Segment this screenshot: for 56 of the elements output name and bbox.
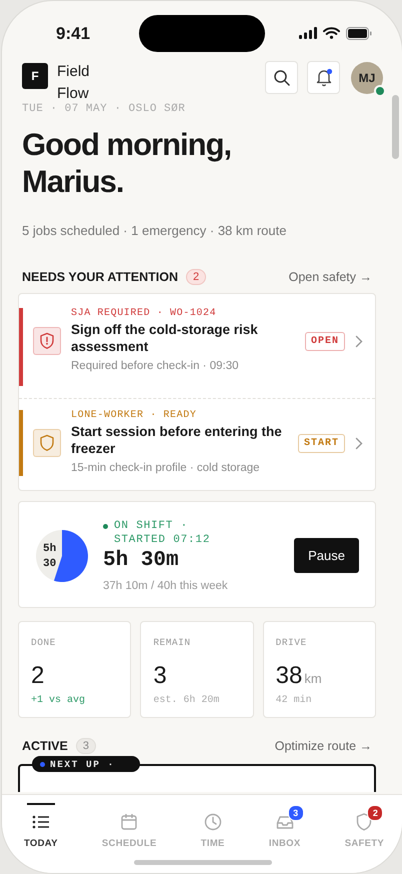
date-line: TUE · 07 MAY · OSLO SØR (22, 103, 186, 115)
shift-status: ON SHIFT · STARTED 07:12 (114, 519, 212, 547)
section-title: NEEDS YOUR ATTENTION (22, 270, 178, 284)
stat-label: DONE (31, 637, 57, 648)
open-safety-link[interactable]: Open safety → (288, 270, 372, 284)
notification-badge: 2 (367, 805, 384, 821)
shield-alert-icon (38, 332, 56, 350)
shift-duration: 5h 30m (103, 549, 180, 572)
action-button[interactable]: START (298, 434, 345, 452)
stat-note: est. 6h 20m (153, 695, 220, 706)
section-title: ACTIVE (22, 739, 68, 753)
item-tag: LONE-WORKER · READY (71, 410, 288, 421)
signal-icon (299, 27, 317, 39)
stat-label: REMAIN (153, 637, 192, 648)
search-icon (272, 68, 290, 86)
stat-note: 42 min (276, 695, 313, 706)
optimize-route-link[interactable]: Optimize route → (274, 739, 372, 753)
shield-icon (38, 434, 56, 452)
pause-button[interactable]: Pause (294, 538, 359, 573)
item-title: Start session before entering the freezer (71, 423, 283, 457)
item-title: Sign off the cold-storage risk assessment (71, 321, 259, 355)
item-tag: SJA REQUIRED · WO-1024 (71, 308, 295, 319)
item-subtitle: Required before check-in · 09:30 (71, 359, 240, 374)
tab[interactable]: 2 SAFETY (344, 795, 384, 849)
stat-value: 3 (153, 662, 167, 690)
week-hours: 37h 10m / 40h this week (103, 580, 229, 592)
logo: F (22, 63, 48, 89)
pie-label: 5h 30 (43, 542, 58, 572)
count-badge: 2 (186, 269, 206, 285)
action-button[interactable]: OPEN (304, 332, 345, 350)
tab[interactable]: TODAY (24, 795, 58, 849)
greeting: Good morning, Marius. (22, 126, 232, 200)
stat-unit: km (304, 671, 322, 686)
clock-time: 9:41 (56, 24, 90, 44)
item-subtitle: 15-min check-in profile · cold storage (71, 461, 261, 476)
progress-pie (35, 528, 89, 582)
notifications-button[interactable] (307, 61, 340, 94)
count-badge: 3 (76, 738, 96, 754)
avatar[interactable]: MJ (351, 62, 383, 94)
scrollbar[interactable] (392, 95, 399, 159)
calendar-icon (119, 812, 140, 832)
stat-value: 38 (276, 662, 302, 690)
stat-note: +1 vs avg (31, 695, 86, 706)
chevron-right-icon (355, 436, 363, 450)
app-name: Field Flow (57, 62, 91, 104)
clock-icon (202, 812, 223, 832)
chevron-right-icon (355, 334, 363, 348)
wifi-icon (323, 27, 340, 39)
attention-item[interactable]: SJA REQUIRED · WO-1024 Sign off the cold-storage risk assessment Required before check-in · 09:30 OPEN (19, 308, 375, 386)
notification-badge: 3 (288, 805, 304, 821)
battery-icon (346, 26, 372, 40)
next-up-label: NEXT UP · (32, 756, 140, 772)
summary-text: 5 jobs scheduled · 1 emergency · 38 km route (22, 223, 288, 238)
search-button[interactable] (265, 61, 298, 94)
stat-label: DRIVE (276, 637, 308, 648)
stat-value: 2 (31, 662, 44, 690)
